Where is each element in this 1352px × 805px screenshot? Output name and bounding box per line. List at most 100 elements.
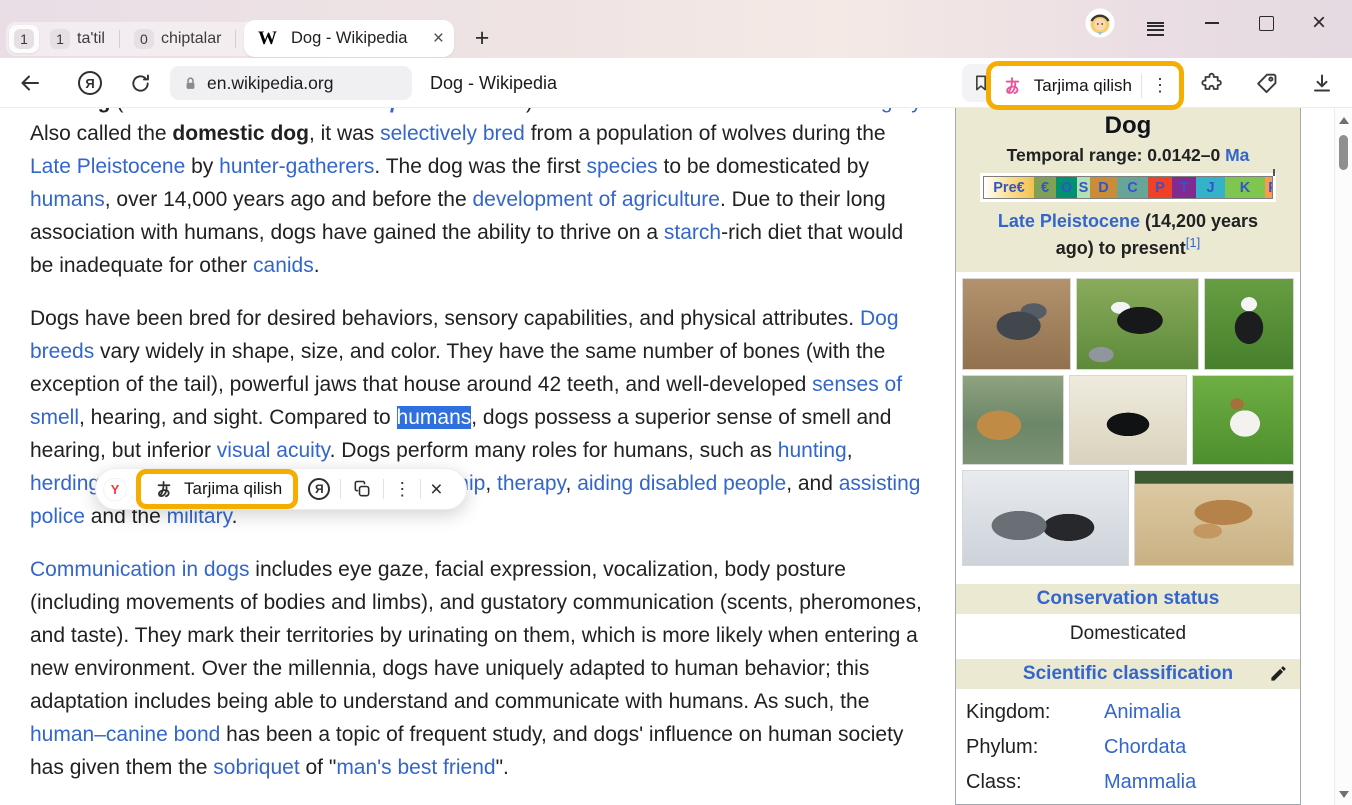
wiki-link[interactable]: development of agriculture xyxy=(472,188,719,211)
wiki-link[interactable]: selectively bred xyxy=(380,122,525,145)
photo-golden-retriever-in-water[interactable] xyxy=(962,375,1064,465)
wiki-link[interactable]: visual acuity xyxy=(217,439,330,462)
timescale-segment-O[interactable]: O xyxy=(1056,177,1077,198)
scrollbar-down-arrow-icon[interactable] xyxy=(1339,791,1349,798)
back-arrow-icon xyxy=(18,71,42,95)
wiki-link[interactable]: therapy xyxy=(497,472,566,495)
collections-button[interactable] xyxy=(1246,58,1286,108)
tab-group-active[interactable]: 1 xyxy=(9,25,39,53)
wiki-link[interactable]: herding xyxy=(30,472,100,495)
scientific-classification-header[interactable]: Scientific classification xyxy=(956,659,1300,689)
scrollbar-up-arrow-icon[interactable] xyxy=(1339,117,1349,124)
wiki-link[interactable]: starch xyxy=(664,221,721,244)
photo-sled-dogs-in-snow[interactable] xyxy=(962,470,1129,566)
popup-translate-label: Tarjima qilish xyxy=(184,479,282,499)
tag-icon xyxy=(1254,71,1279,96)
timescale-segment-€[interactable]: € xyxy=(1034,177,1056,198)
popup-more-options-icon[interactable]: ⋮ xyxy=(393,479,411,500)
popup-close-icon[interactable]: × xyxy=(430,479,442,500)
wiki-link[interactable]: Canis familiaris xyxy=(123,108,278,113)
photo-dog-nursing-puppies[interactable] xyxy=(1134,470,1294,566)
timescale-segment-D[interactable]: D xyxy=(1090,177,1117,198)
text-segment: domestic dog xyxy=(172,122,309,145)
maximize-button[interactable] xyxy=(1249,0,1283,46)
wiki-link[interactable]: aiding disabled people xyxy=(577,472,786,495)
text-segment: Temporal range: 0.0142–0 xyxy=(1007,145,1226,165)
wiki-link[interactable]: Ma xyxy=(1225,145,1249,165)
conservation-status-value: Domesticated xyxy=(956,614,1300,647)
tab-dog-wikipedia[interactable]: W Dog - Wikipedia × xyxy=(244,20,454,57)
wiki-link[interactable]: hunter-gatherers xyxy=(219,155,374,178)
taxonomy-row: Class:Mammalia xyxy=(956,765,1300,800)
back-button[interactable] xyxy=(10,58,50,108)
timescale-segment-Pre€[interactable]: Pre€ xyxy=(984,177,1034,198)
timescale-segment-Pg[interactable]: Pg xyxy=(1265,177,1273,198)
wiki-link[interactable]: human–canine bond xyxy=(30,723,220,746)
search-in-yandex-button[interactable]: Я xyxy=(307,477,331,501)
taxonomy-value-link[interactable]: Animalia xyxy=(1104,701,1181,724)
new-tab-button[interactable]: + xyxy=(466,22,498,54)
wiki-link[interactable]: Dog breeds xyxy=(30,307,899,363)
edit-classification-button[interactable] xyxy=(1269,664,1288,683)
pencil-icon xyxy=(1269,664,1288,683)
timescale-segment-C[interactable]: C xyxy=(1117,177,1148,198)
scientific-classification-link[interactable]: Scientific classification xyxy=(1023,663,1233,684)
conservation-status-link[interactable]: Conservation status xyxy=(1037,588,1220,609)
photo-black-and-white-dog[interactable] xyxy=(1076,278,1199,370)
article-clipped-first-line: The dog (Canis familiaris or Canis lupus… xyxy=(30,108,930,117)
wiki-link[interactable]: man's best friend xyxy=(336,756,495,779)
wiki-link[interactable]: Late Pleistocene xyxy=(30,155,185,178)
timescale-segment-J[interactable]: J xyxy=(1196,177,1225,198)
copy-button[interactable] xyxy=(350,477,374,501)
photo-japanese-chin[interactable] xyxy=(1204,278,1294,370)
scrollbar-thumb[interactable] xyxy=(1339,135,1348,170)
wiki-link[interactable]: Late Pleistocene xyxy=(998,211,1140,231)
divider xyxy=(119,30,120,48)
wiki-link[interactable]: canids xyxy=(253,254,314,277)
tab-group-chiptalar[interactable]: 0 chiptalar xyxy=(127,25,228,53)
taxobox-title-block: Dog Temporal range: 0.0142–0 Ma Pre€€OSD… xyxy=(956,108,1300,272)
wiki-link[interactable]: gray wolf xyxy=(881,108,930,113)
popup-translate-button[interactable]: Tarjima qilish xyxy=(136,469,298,509)
wiki-link[interactable]: Canis lupus familiaris xyxy=(309,108,526,113)
article-paragraph: Also called the domestic dog, it was sel… xyxy=(30,117,930,282)
profile-avatar[interactable] xyxy=(1085,8,1115,38)
minimize-icon xyxy=(1205,22,1219,24)
timescale-segment-K[interactable]: K xyxy=(1225,177,1265,198)
wiki-link[interactable]: Communication in dogs xyxy=(30,558,249,581)
more-options-icon[interactable]: ⋮ xyxy=(1151,75,1169,96)
wikipedia-article: The dog (Canis familiaris or Canis lupus… xyxy=(30,108,930,805)
timescale-segment-P[interactable]: P xyxy=(1148,177,1172,198)
vertical-scrollbar[interactable] xyxy=(1334,108,1352,805)
yandex-home-button[interactable]: Я xyxy=(70,58,110,108)
minimize-button[interactable] xyxy=(1195,0,1229,46)
divider xyxy=(420,479,421,499)
wiki-link[interactable]: humans xyxy=(30,188,105,211)
reload-button[interactable] xyxy=(120,58,160,108)
article-paragraph: Communication in dogs includes eye gaze,… xyxy=(30,553,930,784)
wiki-link[interactable]: hunting xyxy=(778,439,847,462)
tab-group-tatil[interactable]: 1 ta'til xyxy=(43,25,112,53)
puzzle-icon xyxy=(1200,71,1224,95)
tab-close-icon[interactable]: × xyxy=(433,29,444,48)
close-window-button[interactable]: × xyxy=(1302,0,1336,46)
downloads-button[interactable] xyxy=(1302,58,1342,108)
timescale-segment-T[interactable]: T xyxy=(1172,177,1196,198)
wiki-link[interactable]: species xyxy=(586,155,657,178)
conservation-status-header[interactable]: Conservation status xyxy=(956,584,1300,614)
photo-black-labrador[interactable] xyxy=(1069,375,1186,465)
translate-button[interactable]: Tarjima qilish ⋮ xyxy=(986,61,1184,110)
wiki-link[interactable]: sobriquet xyxy=(213,756,299,779)
tab-strip: 1 1 ta'til 0 chiptalar W Dog - Wikipedia… xyxy=(0,0,1352,58)
extensions-button[interactable] xyxy=(1192,58,1232,108)
yandex-logo-icon[interactable]: Y xyxy=(103,477,127,501)
address-bar[interactable]: en.wikipedia.org xyxy=(170,66,412,100)
taxonomy-value-link[interactable]: Chordata xyxy=(1104,736,1186,759)
photo-blue-merle-dog-running[interactable] xyxy=(962,278,1071,370)
timescale-segment-S[interactable]: S xyxy=(1077,177,1090,198)
photo-jack-russell-terrier[interactable] xyxy=(1192,375,1294,465)
wiki-link[interactable]: [1] xyxy=(1186,235,1200,250)
taxonomy-value-link[interactable]: Mammalia xyxy=(1104,771,1196,794)
menu-icon[interactable] xyxy=(1138,0,1172,46)
download-icon xyxy=(1310,71,1334,95)
